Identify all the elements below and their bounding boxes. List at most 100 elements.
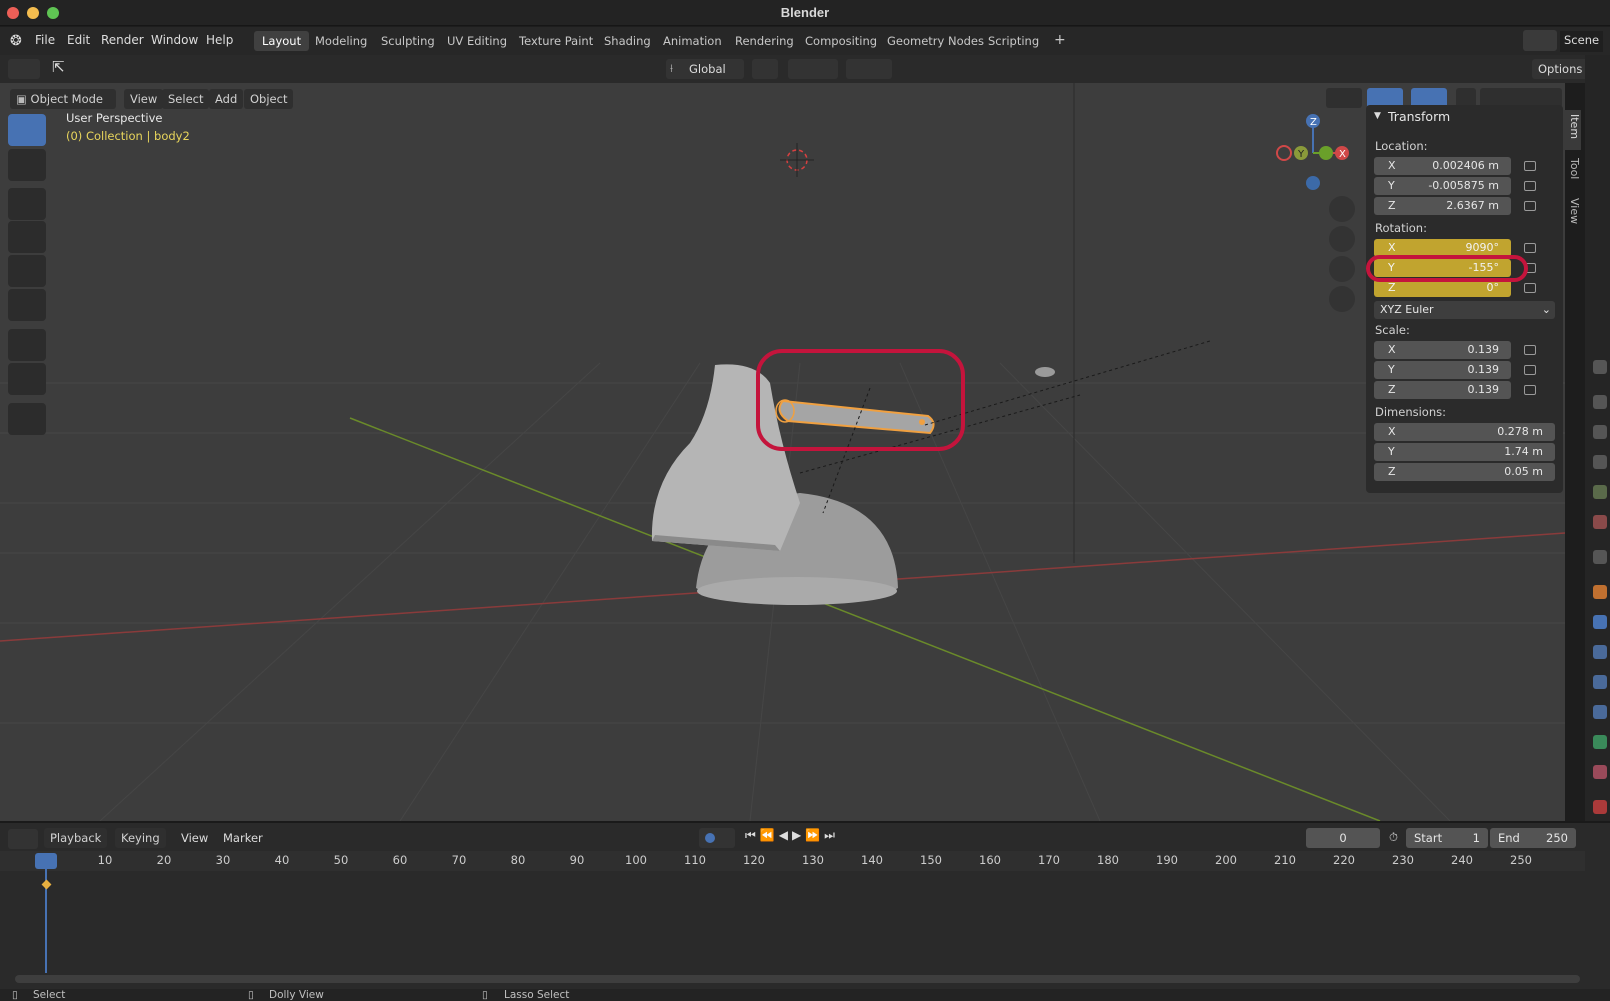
object-properties-icon[interactable] xyxy=(1593,585,1607,599)
tab-animation[interactable]: Animation xyxy=(655,31,730,51)
collection-label: (0) Collection | body2 xyxy=(66,129,190,143)
dimensions-x-field[interactable]: X 0.278 m xyxy=(1374,423,1555,441)
ruler-tick-label: 90 xyxy=(569,853,585,867)
gizmo-x-label: X xyxy=(1339,149,1346,160)
transform-section-title[interactable]: Transform xyxy=(1388,109,1450,124)
viewport-menu-add[interactable]: Add xyxy=(209,89,244,109)
lock-icon[interactable] xyxy=(1524,365,1536,375)
select-box-tool-icon[interactable] xyxy=(8,114,46,146)
measure-tool-icon[interactable] xyxy=(8,363,46,395)
camera-view-icon[interactable] xyxy=(1329,256,1355,282)
lock-icon[interactable] xyxy=(1524,243,1536,253)
rotation-mode-dropdown[interactable]: XYZ Euler ⌄ xyxy=(1374,301,1555,319)
scale-tool-icon[interactable] xyxy=(8,255,46,287)
menu-file[interactable]: File xyxy=(35,33,55,47)
menu-edit[interactable]: Edit xyxy=(67,33,90,47)
output-properties-icon[interactable] xyxy=(1593,425,1607,439)
dimensions-y-field[interactable]: Y 1.74 m xyxy=(1374,443,1555,461)
ruler-tick-label: 30 xyxy=(215,853,231,867)
scale-y-field[interactable]: Y 0.139 xyxy=(1374,361,1511,379)
status-lasso: Lasso Select xyxy=(504,989,570,1001)
blender-logo-icon[interactable]: ❂ xyxy=(10,33,22,49)
particles-properties-icon[interactable] xyxy=(1593,645,1607,659)
object-mode-dropdown[interactable]: ▣ Object Mode ⌄ xyxy=(10,89,116,120)
sidebar-tab-item[interactable]: Item xyxy=(1563,110,1581,150)
add-workspace-button[interactable]: + xyxy=(1046,29,1074,49)
rotate-tool-icon[interactable] xyxy=(8,221,46,253)
viewport-menu-view[interactable]: View xyxy=(124,89,164,109)
material-properties-icon[interactable] xyxy=(1593,765,1607,779)
tab-geometry-nodes[interactable]: Geometry Nodes xyxy=(879,31,992,51)
location-z-field[interactable]: Z 2.6367 m xyxy=(1374,197,1511,215)
tab-layout[interactable]: Layout xyxy=(254,31,310,51)
proportional-editing-icon[interactable] xyxy=(846,59,892,79)
cursor-tool-icon[interactable] xyxy=(8,149,46,181)
lock-icon[interactable] xyxy=(1524,181,1536,191)
lock-icon[interactable] xyxy=(1524,161,1536,171)
viewport-menu-select[interactable]: Select xyxy=(162,89,210,109)
ortho-grid-icon[interactable] xyxy=(1329,286,1355,312)
tab-texture-paint[interactable]: Texture Paint xyxy=(511,31,601,51)
lock-icon[interactable] xyxy=(1524,345,1536,355)
menu-render[interactable]: Render xyxy=(101,33,144,47)
visibility-icon[interactable] xyxy=(1326,88,1362,108)
data-properties-icon[interactable] xyxy=(1593,735,1607,749)
tab-shading[interactable]: Shading xyxy=(596,31,659,51)
snapping-icon[interactable] xyxy=(788,59,838,79)
mouse-middle-icon: ▯ xyxy=(248,989,254,1001)
physics-properties-icon[interactable] xyxy=(1593,675,1607,689)
scene-selector-icon[interactable] xyxy=(1523,30,1557,51)
view-layer-properties-icon[interactable] xyxy=(1593,455,1607,469)
collapse-triangle-icon[interactable]: ▼ xyxy=(1374,111,1381,121)
tab-scripting[interactable]: Scripting xyxy=(980,31,1047,51)
constraint-properties-icon[interactable] xyxy=(1593,705,1607,719)
tool-properties-icon[interactable] xyxy=(1593,360,1607,374)
ruler-tick-label: 220 xyxy=(1333,853,1355,867)
tab-uv-editing[interactable]: UV Editing xyxy=(439,31,515,51)
select-mode-icon[interactable]: ⇱ xyxy=(52,58,65,76)
move-tool-icon[interactable] xyxy=(8,188,46,220)
texture-properties-icon[interactable] xyxy=(1593,800,1607,814)
collection-properties-icon[interactable] xyxy=(1593,550,1607,564)
3d-viewport[interactable]: ▣ Object Mode ⌄ View Select Add Object U… xyxy=(0,83,1565,821)
sidebar-tab-tool[interactable]: Tool xyxy=(1563,154,1581,190)
transform-tool-icon[interactable] xyxy=(8,289,46,321)
highlight-annotation xyxy=(756,349,965,451)
world-properties-icon[interactable] xyxy=(1593,515,1607,529)
lock-icon[interactable] xyxy=(1524,283,1536,293)
location-y-field[interactable]: Y -0.005875 m xyxy=(1374,177,1511,195)
tab-modeling[interactable]: Modeling xyxy=(307,31,375,51)
dimensions-z-field[interactable]: Z 0.05 m xyxy=(1374,463,1555,481)
zoom-icon[interactable] xyxy=(1329,196,1355,222)
options-dropdown[interactable]: Options xyxy=(1532,59,1592,79)
location-x-field[interactable]: X 0.002406 m xyxy=(1374,157,1511,175)
menu-window[interactable]: Window xyxy=(151,33,198,47)
sidebar-transform-panel: ▼ Transform Location: X 0.002406 m Y -0.00… xyxy=(1366,105,1563,493)
scale-z-field[interactable]: Z 0.139 xyxy=(1374,381,1511,399)
scene-properties-icon[interactable] xyxy=(1593,485,1607,499)
editor-type-icon[interactable] xyxy=(8,59,40,79)
modifier-properties-icon[interactable] xyxy=(1593,615,1607,629)
tab-compositing[interactable]: Compositing xyxy=(797,31,885,51)
timeline-scrollbar[interactable] xyxy=(15,975,1580,983)
lock-icon[interactable] xyxy=(1524,201,1536,211)
lock-icon[interactable] xyxy=(1524,385,1536,395)
status-bar: ▯ Select ▯ Dolly View ▯ Lasso Select xyxy=(0,989,1610,1001)
navigation-gizmo[interactable]: Z X Y xyxy=(1270,113,1350,193)
viewport-menu-object[interactable]: Object xyxy=(244,89,294,109)
pan-hand-icon[interactable] xyxy=(1329,226,1355,252)
tab-rendering[interactable]: Rendering xyxy=(727,31,802,51)
annotate-tool-icon[interactable] xyxy=(8,329,46,361)
transform-orientation-dropdown[interactable]: ⟊ Global xyxy=(666,59,744,79)
axis-label: Z xyxy=(1388,465,1396,478)
pivot-point-icon[interactable] xyxy=(752,59,778,79)
add-cube-tool-icon[interactable] xyxy=(8,403,46,435)
scene-name-field[interactable]: Scene xyxy=(1560,31,1604,52)
scale-x-field[interactable]: X 0.139 xyxy=(1374,341,1511,359)
orientation-icon: ⟊ xyxy=(670,61,673,75)
playhead-marker[interactable] xyxy=(35,853,57,869)
sidebar-tab-view[interactable]: View xyxy=(1563,194,1581,230)
render-properties-icon[interactable] xyxy=(1593,395,1607,409)
menu-help[interactable]: Help xyxy=(206,33,233,47)
tab-sculpting[interactable]: Sculpting xyxy=(373,31,443,51)
